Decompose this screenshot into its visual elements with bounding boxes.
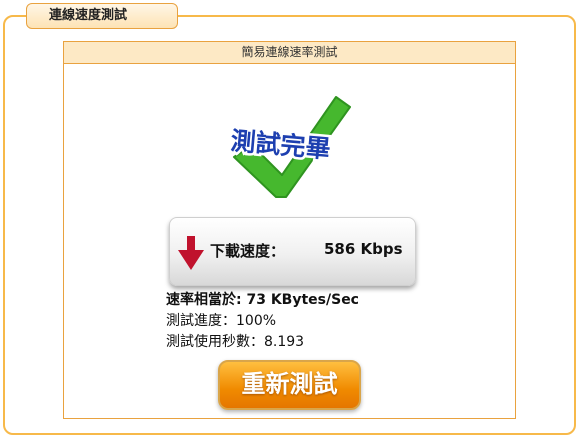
download-speed-box: 下載速度： 586 Kbps [169, 217, 416, 286]
rate-equivalent: 速率相當於: 73 KBytes/Sec [166, 292, 359, 308]
panel-header: 簡易連線速率測試 [64, 42, 515, 64]
retest-button[interactable]: 重新測試 [218, 360, 361, 410]
test-progress: 測試進度：100% [166, 313, 277, 329]
panel-header-label: 簡易連線速率測試 [241, 45, 338, 59]
test-info: 速率相當於: 73 KBytes/Sec 測試進度：100% 測試使用秒數：8.… [166, 290, 359, 353]
window-title: 連線速度測試 [49, 8, 128, 23]
elapsed-seconds: 測試使用秒數：8.193 [166, 334, 305, 350]
window-title-tab: 連線速度測試 [26, 3, 178, 29]
download-speed-label: 下載速度： [210, 242, 286, 260]
down-arrow-icon [178, 236, 204, 270]
test-complete-badge: 測試完畢 [227, 96, 351, 198]
speed-test-panel: 簡易連線速率測試 測試完畢 下載速度： 586 Kbps 速率相當於: 73 K… [63, 41, 516, 419]
download-speed-value: 586 Kbps [324, 240, 403, 258]
